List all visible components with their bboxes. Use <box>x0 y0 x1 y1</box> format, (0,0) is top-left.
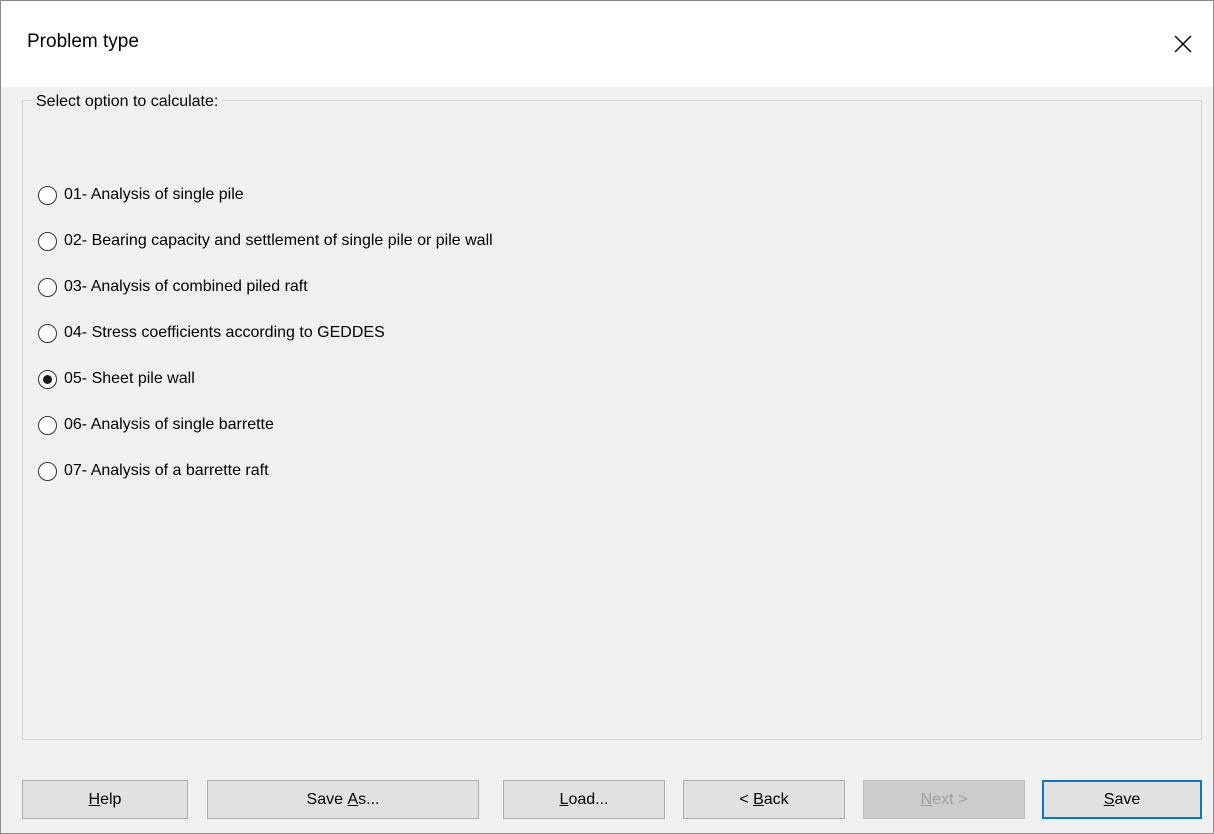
back-mnemonic: B <box>753 790 764 808</box>
load-mnemonic: L <box>559 790 569 808</box>
option-label[interactable]: 04- Stress coefficients according to GED… <box>64 324 385 342</box>
save-mnemonic: S <box>1103 790 1115 808</box>
option-radio-03[interactable]: 03- Analysis of combined piled raft <box>38 264 493 310</box>
back-label-rest: ack <box>763 790 789 808</box>
next-mnemonic: N <box>920 790 933 808</box>
radio-button-icon[interactable] <box>38 277 57 297</box>
save-button[interactable]: Save <box>1042 780 1202 819</box>
radio-selected-dot <box>43 374 52 384</box>
save-as-label-rest: s... <box>358 790 380 808</box>
radio-button-icon[interactable] <box>38 231 57 251</box>
groupbox-legend: Select option to calculate: <box>32 93 223 111</box>
title-bar: Problem type <box>1 1 1213 87</box>
option-radio-07[interactable]: 07- Analysis of a barrette raft <box>38 448 493 494</box>
save-as-label-pre: Save <box>306 790 348 808</box>
option-radio-list: 01- Analysis of single pile 02- Bearing … <box>38 172 493 494</box>
option-radio-04[interactable]: 04- Stress coefficients according to GED… <box>38 310 493 356</box>
option-label[interactable]: 03- Analysis of combined piled raft <box>64 278 308 296</box>
load-label-rest: oad... <box>568 790 609 808</box>
next-label-rest: ext > <box>932 790 968 808</box>
help-label-rest: elp <box>100 790 122 808</box>
save-as-button[interactable]: Save As... <box>207 780 479 819</box>
option-radio-05[interactable]: 05- Sheet pile wall <box>38 356 493 402</box>
radio-button-icon[interactable] <box>38 461 57 481</box>
close-icon <box>1174 35 1192 53</box>
window-title: Problem type <box>27 31 139 52</box>
load-button[interactable]: Load... <box>503 780 665 819</box>
option-label[interactable]: 07- Analysis of a barrette raft <box>64 462 269 480</box>
next-button[interactable]: Next > <box>863 780 1025 819</box>
option-radio-06[interactable]: 06- Analysis of single barrette <box>38 402 493 448</box>
back-button[interactable]: < Back <box>683 780 845 819</box>
option-groupbox: Select option to calculate: 01- Analysis… <box>22 93 1202 740</box>
option-radio-02[interactable]: 02- Bearing capacity and settlement of s… <box>38 218 493 264</box>
option-radio-01[interactable]: 01- Analysis of single pile <box>38 172 493 218</box>
option-label[interactable]: 05- Sheet pile wall <box>64 370 195 388</box>
radio-button-icon[interactable] <box>38 185 57 205</box>
save-as-mnemonic: A <box>347 790 359 808</box>
option-label[interactable]: 01- Analysis of single pile <box>64 186 244 204</box>
problem-type-dialog: Problem type Select option to calculate:… <box>0 0 1214 834</box>
radio-button-icon[interactable] <box>38 323 57 343</box>
back-label-pre: < <box>739 790 754 808</box>
close-button[interactable] <box>1153 1 1213 87</box>
help-button[interactable]: Help <box>22 780 188 819</box>
dialog-body: Select option to calculate: 01- Analysis… <box>1 87 1213 833</box>
radio-button-icon[interactable] <box>38 369 57 389</box>
save-label-rest: ave <box>1114 790 1141 808</box>
option-label[interactable]: 06- Analysis of single barrette <box>64 416 274 434</box>
help-mnemonic: H <box>88 790 101 808</box>
radio-button-icon[interactable] <box>38 415 57 435</box>
option-label[interactable]: 02- Bearing capacity and settlement of s… <box>64 232 493 250</box>
